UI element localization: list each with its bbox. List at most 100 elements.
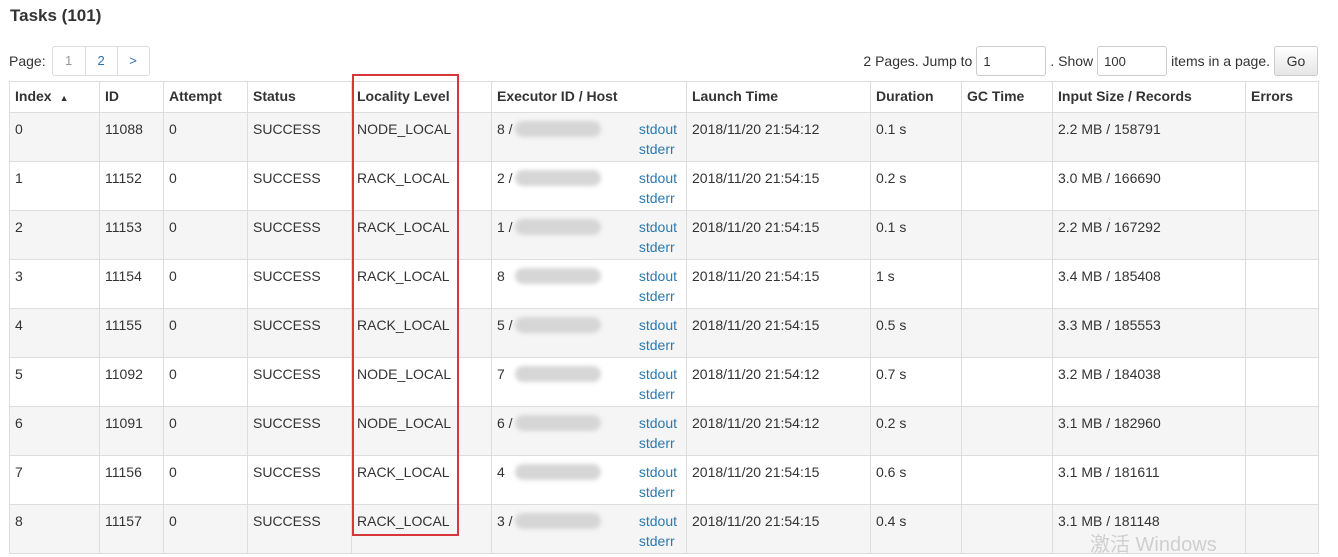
cell-duration: 0.2 s (870, 161, 962, 211)
header-attempt[interactable]: Attempt (163, 81, 248, 113)
cell-id: 11152 (99, 161, 164, 211)
jump-to-page-input[interactable] (976, 46, 1047, 76)
header-errors[interactable]: Errors (1245, 81, 1319, 113)
header-id[interactable]: ID (99, 81, 164, 113)
cell-attempt: 0 (163, 259, 248, 309)
cell-errors (1245, 259, 1319, 309)
cell-gc (961, 161, 1053, 211)
stderr-link[interactable]: stderr (639, 531, 677, 551)
cell-id: 11092 (99, 357, 164, 407)
stdout-link[interactable]: stdout (639, 168, 677, 188)
tasks-table: Index ▲ ID Attempt Status Locality Level … (9, 81, 1319, 554)
cell-status: SUCCESS (247, 455, 352, 505)
cell-index: 1 (9, 161, 100, 211)
cell-errors (1245, 161, 1319, 211)
stderr-link[interactable]: stderr (639, 286, 677, 306)
cell-attempt: 0 (163, 112, 248, 162)
cell-status: SUCCESS (247, 259, 352, 309)
cell-id: 11091 (99, 406, 164, 456)
stdout-link[interactable]: stdout (639, 315, 677, 335)
cell-gc (961, 112, 1053, 162)
cell-input: 3.0 MB / 166690 (1052, 161, 1246, 211)
header-gc-time[interactable]: GC Time (961, 81, 1053, 113)
cell-duration: 0.4 s (870, 504, 962, 554)
cell-executor: 2 / stdout stderr (491, 161, 687, 211)
tasks-table-body: 0 11088 0 SUCCESS NODE_LOCAL 8 /stdout stderr 2… (9, 112, 1319, 554)
redacted-host (515, 366, 601, 382)
stdout-link[interactable]: stdout (639, 217, 677, 237)
stdout-link[interactable]: stdout (639, 511, 677, 531)
cell-duration: 0.2 s (870, 406, 962, 456)
pages-summary: 2 Pages. Jump to (863, 53, 973, 69)
stdout-link[interactable]: stdout (639, 413, 677, 433)
stdout-link[interactable]: stdout (639, 462, 677, 482)
cell-duration: 0.6 s (870, 455, 962, 505)
cell-index: 8 (9, 504, 100, 554)
header-status[interactable]: Status (247, 81, 352, 113)
log-links: stdout stderr (639, 119, 677, 159)
executor-wrap: 6 / stdout stderr (497, 413, 681, 453)
cell-launch: 2018/11/20 21:54:15 (686, 504, 871, 554)
stderr-link[interactable]: stderr (639, 188, 677, 208)
cell-locality: NODE_LOCAL (351, 112, 492, 162)
header-label: Index (15, 88, 52, 104)
page-link-1[interactable]: 1 (53, 47, 85, 75)
stderr-link[interactable]: stderr (639, 384, 677, 404)
cell-gc (961, 259, 1053, 309)
cell-launch: 2018/11/20 21:54:15 (686, 259, 871, 309)
cell-id: 11154 (99, 259, 164, 309)
cell-index: 3 (9, 259, 100, 309)
cell-launch: 2018/11/20 21:54:12 (686, 406, 871, 456)
cell-locality: RACK_LOCAL (351, 259, 492, 309)
page-link-2[interactable]: 2 (84, 47, 117, 75)
header-index[interactable]: Index ▲ (9, 81, 100, 113)
header-duration[interactable]: Duration (870, 81, 962, 113)
header-executor-host[interactable]: Executor ID / Host (491, 81, 687, 113)
sort-asc-icon: ▲ (59, 93, 69, 103)
stderr-link[interactable]: stderr (639, 139, 677, 159)
cell-id: 11157 (99, 504, 164, 554)
table-header-row: Index ▲ ID Attempt Status Locality Level … (9, 81, 1319, 113)
cell-index: 0 (9, 112, 100, 162)
header-locality-level[interactable]: Locality Level (351, 81, 492, 113)
cell-locality: RACK_LOCAL (351, 308, 492, 358)
executor-id: 6 / (497, 415, 513, 431)
cell-gc (961, 406, 1053, 456)
cell-id: 11153 (99, 210, 164, 260)
cell-executor: 8 / stdout stderr (491, 112, 687, 162)
executor-wrap: 7 stdout stderr (497, 364, 681, 404)
cell-input: 2.2 MB / 167292 (1052, 210, 1246, 260)
cell-attempt: 0 (163, 357, 248, 407)
header-input-size[interactable]: Input Size / Records (1052, 81, 1246, 113)
cell-duration: 0.7 s (870, 357, 962, 407)
stderr-link[interactable]: stderr (639, 433, 677, 453)
header-launch-time[interactable]: Launch Time (686, 81, 871, 113)
cell-status: SUCCESS (247, 357, 352, 407)
go-button[interactable]: Go (1274, 46, 1318, 76)
redacted-host (515, 219, 601, 235)
executor-wrap: 8 stdout stderr (497, 266, 681, 306)
stderr-link[interactable]: stderr (639, 482, 677, 502)
log-links: stdout stderr (639, 462, 677, 502)
cell-attempt: 0 (163, 406, 248, 456)
executor-wrap: 3 / stdout stderr (497, 511, 681, 551)
page-next-link[interactable]: > (116, 47, 149, 75)
executor-id: 5 / (497, 317, 513, 333)
table-row: 2 11153 0 SUCCESS RACK_LOCAL 1 /stdout stderr 2… (9, 210, 1319, 260)
stdout-link[interactable]: stdout (639, 364, 677, 384)
page-size-input[interactable] (1097, 46, 1168, 76)
cell-attempt: 0 (163, 308, 248, 358)
executor-wrap: 4 stdout stderr (497, 462, 681, 502)
executor-id: 7 (497, 366, 505, 382)
table-row: 1 11152 0 SUCCESS RACK_LOCAL 2 /stdout stderr 2… (9, 161, 1319, 211)
redacted-host (515, 513, 601, 529)
cell-status: SUCCESS (247, 112, 352, 162)
stderr-link[interactable]: stderr (639, 237, 677, 257)
page-title: Tasks (101) (10, 6, 102, 25)
stdout-link[interactable]: stdout (639, 119, 677, 139)
stderr-link[interactable]: stderr (639, 335, 677, 355)
stdout-link[interactable]: stdout (639, 266, 677, 286)
cell-launch: 2018/11/20 21:54:12 (686, 112, 871, 162)
executor-wrap: 2 / stdout stderr (497, 168, 681, 208)
cell-duration: 0.1 s (870, 210, 962, 260)
